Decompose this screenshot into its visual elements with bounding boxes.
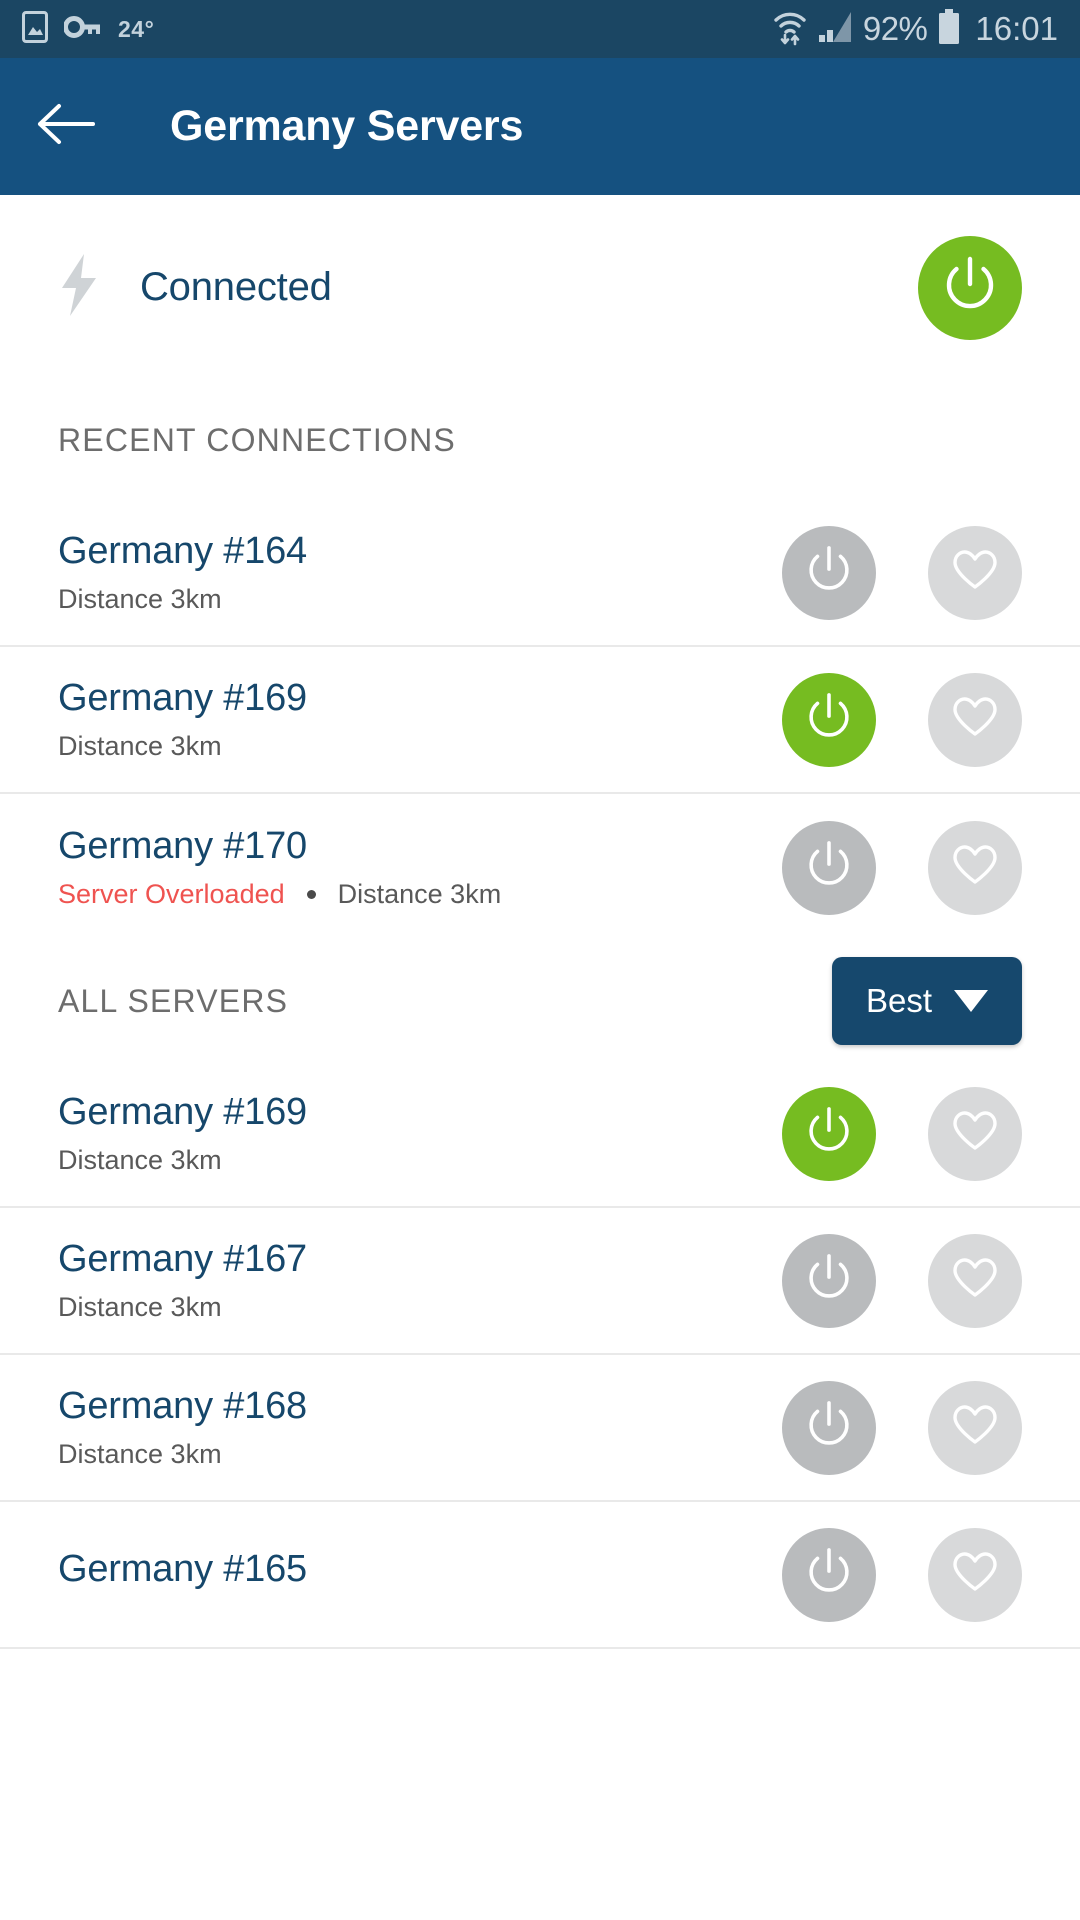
server-subtitle: Distance 3km — [58, 731, 307, 762]
table-row[interactable]: Germany #169 Distance 3km — [0, 647, 1080, 794]
table-row[interactable]: Germany #165 — [0, 1502, 1080, 1649]
battery-icon — [937, 8, 961, 50]
favorite-button[interactable] — [928, 1233, 1022, 1328]
status-bar-left: 24° — [22, 10, 155, 48]
power-icon — [806, 1106, 852, 1161]
table-row[interactable]: Germany #167 Distance 3km — [0, 1208, 1080, 1355]
cellular-signal-icon — [817, 10, 853, 49]
chevron-down-icon — [954, 990, 989, 1012]
row-actions — [782, 1086, 1022, 1181]
heart-icon — [952, 1404, 998, 1451]
row-power-button[interactable] — [782, 1086, 876, 1181]
server-name: Germany #164 — [58, 530, 307, 572]
table-row[interactable]: Germany #164 Distance 3km — [0, 500, 1080, 647]
row-power-button[interactable] — [782, 525, 876, 620]
heart-icon — [952, 1257, 998, 1304]
power-icon — [943, 256, 997, 319]
connection-status-text: Connected — [140, 265, 332, 309]
app-bar: Germany Servers — [0, 58, 1080, 195]
server-info: Germany #168 Distance 3km — [58, 1385, 307, 1470]
sort-dropdown-value: Best — [865, 982, 933, 1019]
status-bar-right: 92% 16:01 — [773, 8, 1058, 51]
heart-icon — [952, 696, 998, 743]
row-power-button[interactable] — [782, 672, 876, 767]
server-name: Germany #168 — [58, 1385, 307, 1427]
clock-text: 16:01 — [975, 10, 1058, 47]
server-name: Germany #169 — [58, 1091, 307, 1133]
section-label-recent: RECENT CONNECTIONS — [58, 421, 456, 458]
power-icon — [806, 545, 852, 600]
back-button[interactable] — [34, 95, 98, 159]
server-distance: Distance 3km — [58, 1145, 222, 1175]
status-bar: 24° 92% 16:01 — [0, 0, 1080, 58]
page-title: Germany Servers — [170, 102, 524, 150]
server-subtitle: Distance 3km — [58, 1292, 307, 1323]
favorite-button[interactable] — [928, 820, 1022, 915]
lightning-bolt-icon — [58, 254, 102, 321]
power-icon — [806, 1547, 852, 1602]
wifi-icon — [773, 8, 807, 51]
status-badge: Server Overloaded — [58, 879, 285, 909]
server-info: Germany #167 Distance 3km — [58, 1238, 307, 1323]
row-power-button[interactable] — [782, 1527, 876, 1622]
back-arrow-icon — [37, 103, 95, 150]
sort-dropdown-button[interactable]: Best — [832, 957, 1022, 1045]
heart-icon — [952, 1551, 998, 1598]
main-power-button[interactable] — [918, 235, 1022, 340]
power-icon — [806, 692, 852, 747]
favorite-button[interactable] — [928, 525, 1022, 620]
favorite-button[interactable] — [928, 1380, 1022, 1475]
all-servers-list: Germany #169 Distance 3km Germany #167 D… — [0, 1061, 1080, 1649]
row-power-button[interactable] — [782, 1380, 876, 1475]
server-name: Germany #169 — [58, 677, 307, 719]
section-label-all-servers: ALL SERVERS — [58, 982, 289, 1019]
power-icon — [806, 1400, 852, 1455]
server-subtitle: Distance 3km — [58, 1439, 307, 1470]
server-subtitle: Server Overloaded Distance 3km — [58, 879, 501, 910]
favorite-button[interactable] — [928, 672, 1022, 767]
table-row[interactable]: Germany #169 Distance 3km — [0, 1061, 1080, 1208]
server-distance: Distance 3km — [58, 731, 222, 761]
server-subtitle: Distance 3km — [58, 584, 307, 615]
favorite-button[interactable] — [928, 1086, 1022, 1181]
row-actions — [782, 1233, 1022, 1328]
table-row[interactable]: Germany #170 Server Overloaded Distance … — [0, 794, 1080, 941]
power-icon — [806, 1253, 852, 1308]
row-actions — [782, 1380, 1022, 1475]
heart-icon — [952, 1110, 998, 1157]
server-info: Germany #165 — [58, 1548, 307, 1602]
row-power-button[interactable] — [782, 820, 876, 915]
section-header-all-servers: ALL SERVERS Best — [0, 941, 1080, 1061]
server-subtitle: Distance 3km — [58, 1145, 307, 1176]
section-header-recent: RECENT CONNECTIONS — [0, 380, 1080, 500]
battery-percent-text: 92% — [862, 10, 928, 47]
favorite-button[interactable] — [928, 1527, 1022, 1622]
table-row[interactable]: Germany #168 Distance 3km — [0, 1355, 1080, 1502]
vpn-key-icon — [63, 15, 102, 44]
row-actions — [782, 672, 1022, 767]
server-name: Germany #170 — [58, 825, 307, 867]
power-icon — [806, 840, 852, 895]
temperature-text: 24° — [118, 15, 155, 42]
server-info: Germany #164 Distance 3km — [58, 530, 307, 615]
row-actions — [782, 525, 1022, 620]
heart-icon — [952, 844, 998, 891]
server-info: Germany #169 Distance 3km — [58, 1091, 307, 1176]
recent-connections-list: Germany #164 Distance 3km Germany #169 D… — [0, 500, 1080, 941]
connection-status-row: Connected — [0, 195, 1080, 380]
server-name: Germany #165 — [58, 1547, 307, 1590]
server-distance: Distance 3km — [337, 879, 502, 909]
server-info: Germany #169 Distance 3km — [58, 677, 307, 762]
server-name: Germany #167 — [58, 1238, 307, 1280]
server-distance: Distance 3km — [58, 1292, 222, 1322]
server-distance: Distance 3km — [58, 1439, 222, 1469]
row-actions — [782, 1527, 1022, 1622]
heart-icon — [952, 549, 998, 596]
image-icon — [22, 10, 48, 48]
separator-dot — [306, 890, 316, 899]
server-info: Germany #170 Server Overloaded Distance … — [58, 825, 501, 910]
row-power-button[interactable] — [782, 1233, 876, 1328]
row-actions — [782, 820, 1022, 915]
server-distance: Distance 3km — [58, 584, 222, 614]
